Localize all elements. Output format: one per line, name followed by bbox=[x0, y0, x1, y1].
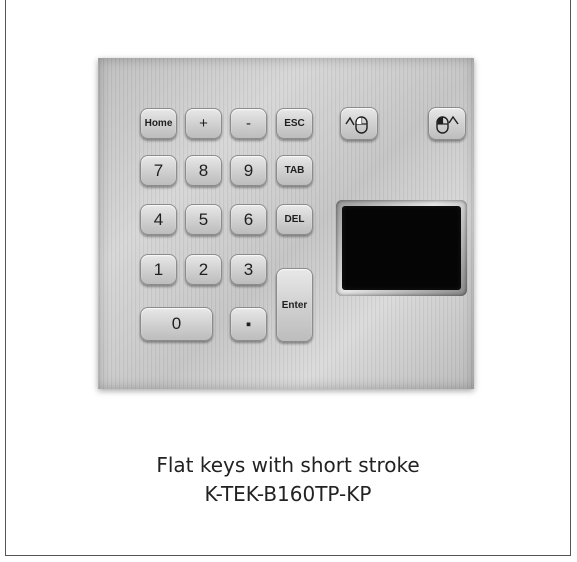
home-key[interactable]: Home bbox=[140, 108, 177, 139]
minus-key[interactable]: - bbox=[230, 108, 267, 139]
touchpad-surface[interactable] bbox=[342, 206, 461, 290]
key-0[interactable]: 0 bbox=[140, 307, 213, 341]
key-7[interactable]: 7 bbox=[140, 155, 177, 186]
right-click-key[interactable] bbox=[428, 107, 466, 140]
plus-key[interactable]: + bbox=[185, 108, 222, 139]
esc-key[interactable]: ESC bbox=[276, 108, 313, 139]
enter-key[interactable]: Enter bbox=[276, 268, 313, 342]
key-2[interactable]: 2 bbox=[185, 254, 222, 285]
keyboard-plate: Home + - ESC 7 8 9 TAB 4 5 6 DEL 1 2 3 E… bbox=[98, 58, 474, 389]
del-key[interactable]: DEL bbox=[276, 204, 313, 235]
key-1[interactable]: 1 bbox=[140, 254, 177, 285]
left-mouse-button-icon bbox=[345, 115, 368, 134]
caption-line-1: Flat keys with short stroke bbox=[156, 453, 420, 477]
key-4[interactable]: 4 bbox=[140, 204, 177, 235]
key-8[interactable]: 8 bbox=[185, 155, 222, 186]
key-6[interactable]: 6 bbox=[230, 204, 267, 235]
dot-key[interactable]: ▪ bbox=[230, 307, 267, 341]
key-9[interactable]: 9 bbox=[230, 155, 267, 186]
key-5[interactable]: 5 bbox=[185, 204, 222, 235]
key-3[interactable]: 3 bbox=[230, 254, 267, 285]
touchpad[interactable] bbox=[336, 200, 467, 296]
tab-key[interactable]: TAB bbox=[276, 155, 313, 186]
left-click-key[interactable] bbox=[340, 107, 378, 140]
right-mouse-button-icon bbox=[436, 115, 459, 134]
caption-line-2: K-TEK-B160TP-KP bbox=[204, 482, 372, 506]
